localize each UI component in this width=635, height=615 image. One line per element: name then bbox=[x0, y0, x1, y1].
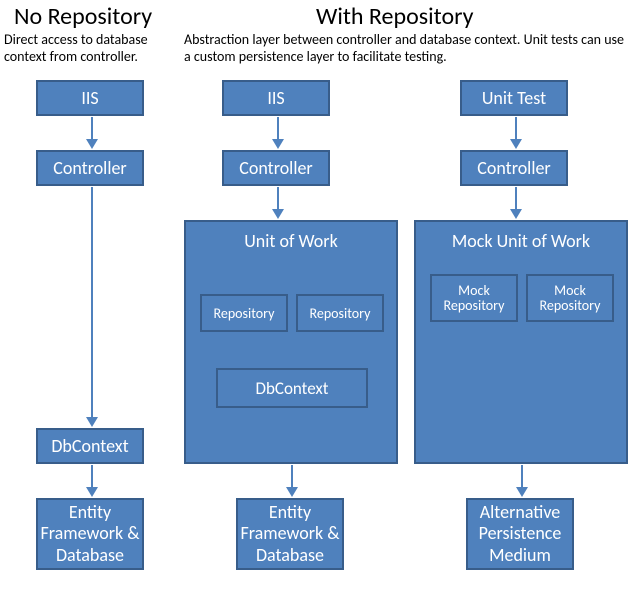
arrow-icon bbox=[286, 465, 298, 497]
with-repo-subtitle: Abstraction layer between controller and… bbox=[184, 32, 630, 66]
arrow-icon bbox=[272, 187, 284, 219]
unit-of-work-title: Unit of Work bbox=[186, 222, 396, 252]
uow-dbcontext-box: DbContext bbox=[216, 368, 368, 408]
with-repo-ef-box: Entity Framework & Database bbox=[236, 498, 344, 570]
with-repo-controller-box: Controller bbox=[222, 150, 330, 186]
mock-controller-box: Controller bbox=[460, 150, 568, 186]
repository-box-2: Repository bbox=[296, 294, 384, 332]
no-repo-controller-box: Controller bbox=[36, 150, 144, 186]
mock-repository-box-2: Mock Repository bbox=[526, 274, 614, 322]
no-repo-iis-box: IIS bbox=[36, 80, 144, 116]
no-repo-ef-box: Entity Framework & Database bbox=[36, 498, 144, 570]
no-repo-subtitle: Direct access to database context from c… bbox=[4, 32, 180, 66]
mock-unit-of-work-box: Mock Unit of Work Mock Repository Mock R… bbox=[414, 220, 628, 464]
arrow-icon bbox=[510, 187, 522, 219]
unit-test-box: Unit Test bbox=[460, 80, 568, 116]
arrow-icon bbox=[516, 465, 528, 497]
arrow-icon bbox=[272, 117, 284, 149]
mock-unit-of-work-title: Mock Unit of Work bbox=[416, 222, 626, 252]
unit-of-work-box: Unit of Work Repository Repository DbCon… bbox=[184, 220, 398, 464]
no-repo-title: No Repository bbox=[14, 2, 152, 31]
arrow-icon bbox=[86, 117, 98, 149]
alt-persistence-box: Alternative Persistence Medium bbox=[466, 498, 574, 570]
no-repo-dbcontext-box: DbContext bbox=[36, 428, 144, 464]
with-repo-iis-box: IIS bbox=[222, 80, 330, 116]
mock-repository-box-1: Mock Repository bbox=[430, 274, 518, 322]
arrow-icon bbox=[510, 117, 522, 149]
arrow-icon bbox=[86, 187, 98, 427]
arrow-icon bbox=[86, 465, 98, 497]
with-repo-title: With Repository bbox=[316, 2, 473, 31]
repository-box-1: Repository bbox=[200, 294, 288, 332]
